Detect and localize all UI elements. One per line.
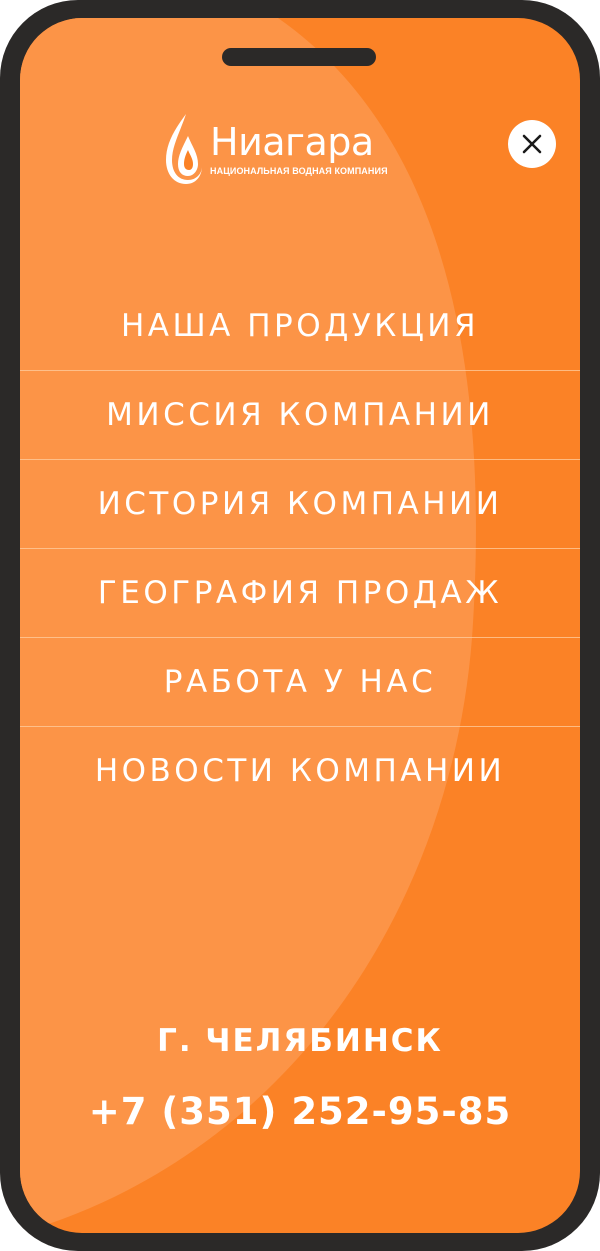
brand-name: Ниагара (210, 120, 374, 164)
menu-item-careers[interactable]: РАБОТА У НАС (20, 638, 580, 727)
menu-item-geography[interactable]: ГЕОГРАФИЯ ПРОДАЖ (20, 549, 580, 638)
menu-item-label: ИСТОРИЯ КОМПАНИИ (97, 485, 503, 522)
menu-item-label: МИССИЯ КОМПАНИИ (106, 396, 494, 433)
main-menu: НАША ПРОДУКЦИЯ МИССИЯ КОМПАНИИ ИСТОРИЯ К… (20, 282, 580, 816)
flame-drop-icon (166, 114, 202, 184)
close-menu-button[interactable] (508, 120, 556, 168)
phone-frame: Ниагара НАЦИОНАЛЬНАЯ ВОДНАЯ КОМПАНИЯ НАШ… (0, 0, 600, 1251)
brand-logo[interactable]: Ниагара НАЦИОНАЛЬНАЯ ВОДНАЯ КОМПАНИЯ (160, 110, 410, 200)
menu-item-label: НОВОСТИ КОМПАНИИ (94, 753, 506, 789)
menu-item-label: РАБОТА У НАС (163, 663, 437, 700)
menu-item-products[interactable]: НАША ПРОДУКЦИЯ (20, 282, 580, 371)
menu-item-history[interactable]: ИСТОРИЯ КОМПАНИИ (20, 460, 580, 549)
menu-item-mission[interactable]: МИССИЯ КОМПАНИИ (20, 371, 580, 460)
brand-tagline: НАЦИОНАЛЬНАЯ ВОДНАЯ КОМПАНИЯ (210, 166, 388, 176)
menu-item-label: НАША ПРОДУКЦИЯ (120, 307, 480, 344)
menu-item-label: ГЕОГРАФИЯ ПРОДАЖ (97, 574, 503, 611)
close-icon (522, 134, 542, 154)
phone-link[interactable]: +7 (351) 252-95-85 (20, 1090, 580, 1133)
mobile-menu-screen: Ниагара НАЦИОНАЛЬНАЯ ВОДНАЯ КОМПАНИЯ НАШ… (20, 18, 580, 1233)
device-notch (222, 48, 376, 66)
menu-item-news[interactable]: НОВОСТИ КОМПАНИИ (20, 727, 580, 816)
city-label: Г. ЧЕЛЯБИНСК (157, 1023, 443, 1059)
